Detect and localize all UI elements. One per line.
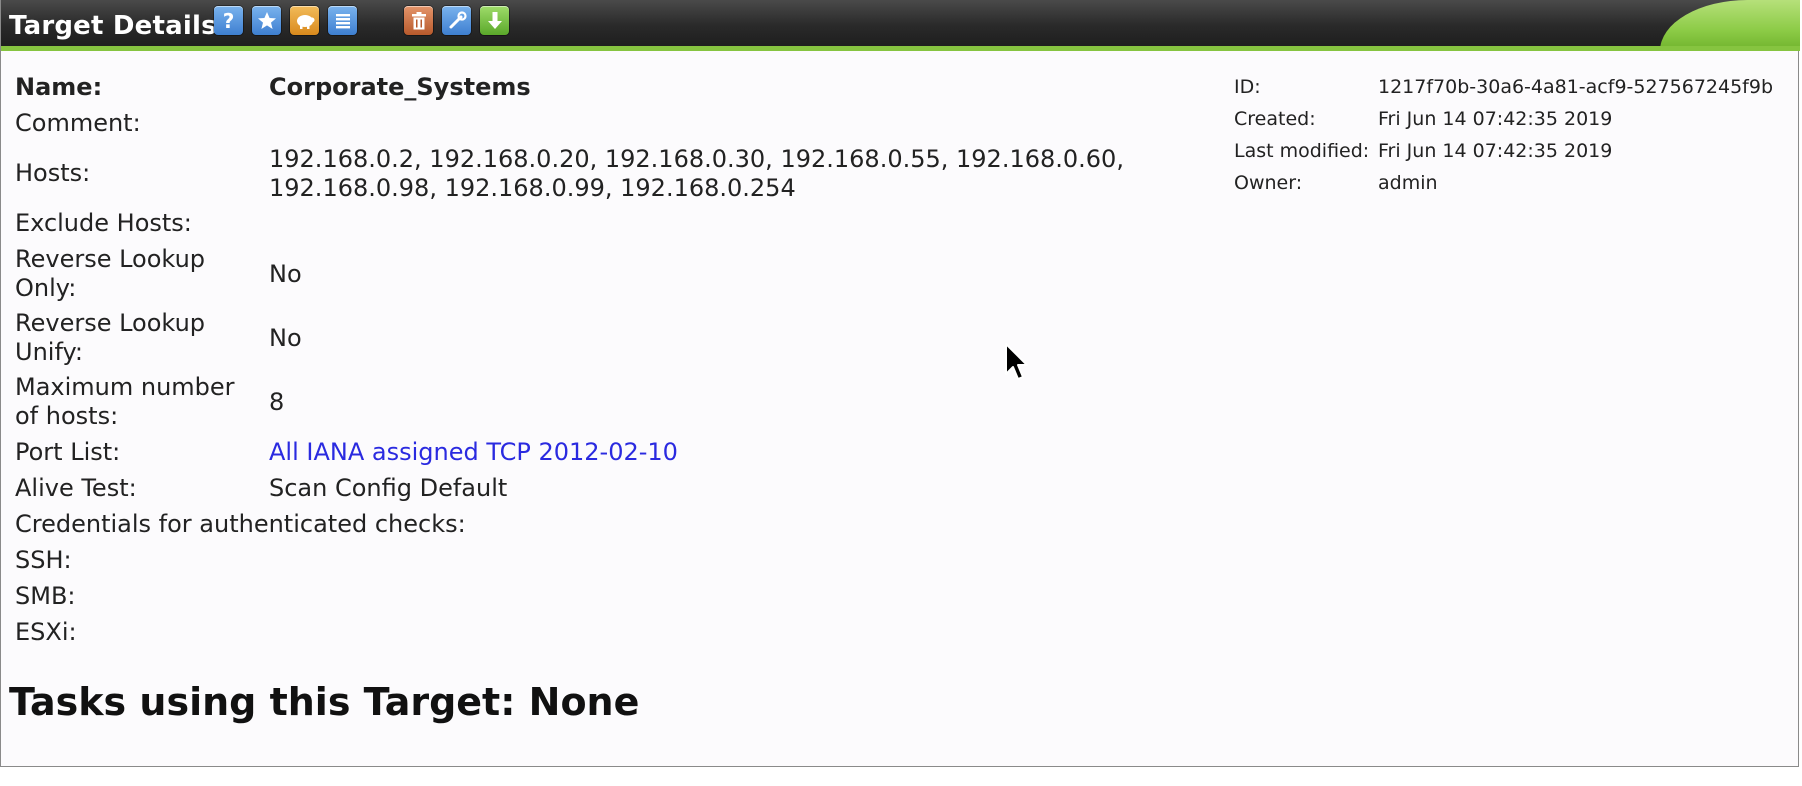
reverse-lookup-unify-value: No <box>269 324 302 352</box>
max-hosts-label-line-2: of hosts: <box>15 402 119 430</box>
trashcan-icon[interactable] <box>404 6 433 35</box>
comment-label: Comment: <box>15 109 141 137</box>
last-modified-value: Fri Jun 14 07:42:35 2019 <box>1378 140 1613 162</box>
section-header: Target Details ? <box>1 0 1800 51</box>
reverse-lookup-only-label-line-2: Only: <box>15 274 77 302</box>
alive-test-value: Scan Config Default <box>269 474 508 502</box>
exclude-hosts-label: Exclude Hosts: <box>15 209 192 237</box>
new-icon[interactable] <box>252 6 281 35</box>
owner-value: admin <box>1378 172 1438 194</box>
created-value: Fri Jun 14 07:42:35 2019 <box>1378 108 1613 130</box>
esxi-label: ESXi: <box>15 618 77 646</box>
hosts-value-line-1: 192.168.0.2, 192.168.0.20, 192.168.0.30,… <box>269 145 1124 173</box>
max-hosts-value: 8 <box>269 388 285 416</box>
ssh-label: SSH: <box>15 546 72 574</box>
reverse-lookup-unify-label-line-2: Unify: <box>15 338 84 366</box>
created-label: Created: <box>1234 108 1316 130</box>
name-value: Corporate_Systems <box>269 73 531 101</box>
list-icon[interactable] <box>328 6 357 35</box>
section-title: Target Details <box>9 11 217 41</box>
name-label: Name: <box>15 73 103 101</box>
credentials-label: Credentials for authenticated checks: <box>15 510 466 538</box>
reverse-lookup-only-value: No <box>269 260 302 288</box>
last-modified-label: Last modified: <box>1234 140 1370 162</box>
port-list-link[interactable]: All IANA assigned TCP 2012-02-10 <box>269 438 678 466</box>
port-list-label: Port List: <box>15 438 121 466</box>
id-label: ID: <box>1234 76 1261 98</box>
export-icon[interactable] <box>480 6 509 35</box>
hosts-value-line-2: 192.168.0.98, 192.168.0.99, 192.168.0.25… <box>269 174 796 202</box>
help-icon[interactable]: ? <box>214 6 243 35</box>
reverse-lookup-only-label-line-1: Reverse Lookup <box>15 245 206 273</box>
header-decoration <box>1660 0 1800 46</box>
id-value: 1217f70b-30a6-4a81-acf9-527567245f9b <box>1378 76 1774 98</box>
smb-label: SMB: <box>15 582 76 610</box>
mouse-cursor-icon <box>1005 343 1028 380</box>
edit-icon[interactable] <box>442 6 471 35</box>
owner-label: Owner: <box>1234 172 1303 194</box>
clone-icon[interactable] <box>290 6 319 35</box>
hosts-label: Hosts: <box>15 159 91 187</box>
tasks-heading: Tasks using this Target: None <box>9 680 640 724</box>
max-hosts-label-line-1: Maximum number <box>15 373 235 401</box>
target-details-panel: Target Details ? Name: Corporate_Systems… <box>0 0 1800 767</box>
reverse-lookup-unify-label-line-1: Reverse Lookup <box>15 309 206 337</box>
alive-test-label: Alive Test: <box>15 474 137 502</box>
